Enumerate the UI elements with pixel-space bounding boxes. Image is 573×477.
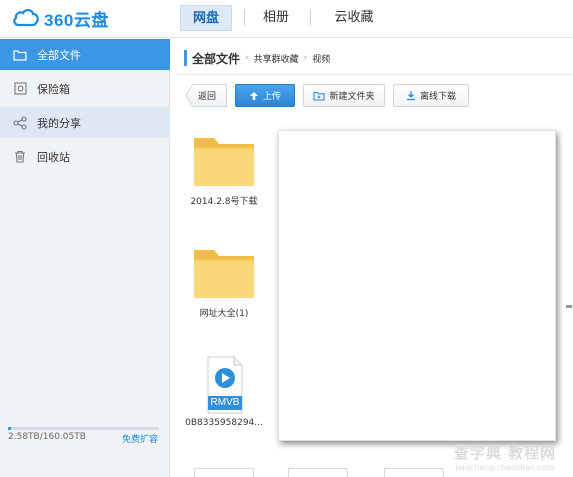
file-item-folder[interactable]: 网址大全(1) xyxy=(176,244,272,319)
watermark-main: 查字典 教程网 xyxy=(453,444,557,462)
file-item-folder[interactable]: 2014.2.8号下载 xyxy=(176,132,272,207)
quota-progress-fill xyxy=(8,427,12,430)
watermark: 查字典 教程网 jiaocheng.chazidian.com xyxy=(440,442,570,474)
sidebar-item-label: 全部文件 xyxy=(37,48,81,62)
sidebar-item-safe[interactable]: 保险箱 xyxy=(0,73,170,104)
tab-cloud-favorites[interactable]: 云收藏 xyxy=(326,5,382,31)
tab-netdisk[interactable]: 网盘 xyxy=(180,5,232,31)
back-label: 返回 xyxy=(198,92,217,102)
trash-icon xyxy=(13,150,27,164)
file-item-partial[interactable] xyxy=(288,468,348,477)
new-folder-label: 新建文件夹 xyxy=(329,92,375,102)
share-icon xyxy=(13,115,27,130)
offline-download-label: 离线下载 xyxy=(419,92,456,102)
file-item-partial[interactable] xyxy=(384,468,444,477)
breadcrumb-marker xyxy=(184,50,187,66)
watermark-sub: jiaocheng.chazidian.com xyxy=(455,463,555,472)
cloud-icon xyxy=(12,8,40,28)
divider xyxy=(176,74,573,75)
chevron-right-icon: › xyxy=(303,53,308,63)
offline-download-button[interactable]: 离线下载 xyxy=(393,84,469,107)
logo[interactable]: 360云盘 xyxy=(12,6,109,30)
tab-album[interactable]: 相册 xyxy=(256,5,296,31)
file-name: 网址大全(1) xyxy=(199,309,249,319)
file-item-partial[interactable] xyxy=(194,468,254,477)
download-icon xyxy=(406,90,416,101)
sidebar-item-all-files[interactable]: 全部文件 xyxy=(0,39,170,70)
scroll-indicator xyxy=(566,305,572,308)
sidebar: 全部文件 保险箱 我的分享 回收站 2.58TB/160.05TB 免费扩容 xyxy=(0,39,170,477)
folder-icon xyxy=(13,48,27,62)
preview-panel[interactable] xyxy=(278,130,556,441)
expand-quota-link[interactable]: 免费扩容 xyxy=(122,432,158,445)
new-folder-icon xyxy=(313,91,326,101)
sidebar-item-label: 保险箱 xyxy=(37,82,70,96)
file-name: 2014.2.8号下载 xyxy=(190,197,258,207)
logo-text: 360云盘 xyxy=(44,10,109,30)
rmvb-badge: RMVB xyxy=(208,396,242,410)
quota-text: 2.58TB/160.05TB xyxy=(8,432,86,442)
breadcrumb: 全部文件 › 共享群收藏 › 视频 xyxy=(184,48,330,68)
upload-label: 上传 xyxy=(262,92,281,102)
nav-divider xyxy=(244,10,245,26)
quota-progress-bar xyxy=(8,427,159,430)
video-file-icon: RMVB xyxy=(192,356,256,414)
folder-icon xyxy=(192,132,256,188)
chevron-right-icon: › xyxy=(245,53,249,63)
breadcrumb-root[interactable]: 全部文件 xyxy=(192,50,240,67)
nav-divider xyxy=(310,10,311,26)
top-bar: 360云盘 网盘 相册 云收藏 xyxy=(0,0,573,38)
breadcrumb-item-shared-group[interactable]: 共享群收藏 xyxy=(254,52,299,65)
sidebar-item-my-share[interactable]: 我的分享 xyxy=(0,107,170,138)
folder-icon xyxy=(192,244,256,300)
back-button[interactable]: 返回 xyxy=(185,84,227,107)
safe-icon xyxy=(13,82,27,96)
breadcrumb-item-video: 视频 xyxy=(312,54,331,65)
new-folder-button[interactable]: 新建文件夹 xyxy=(303,84,385,107)
upload-arrow-icon xyxy=(249,91,259,101)
file-item-video[interactable]: RMVB 0B8335958294... xyxy=(176,356,272,428)
sidebar-item-recycle-bin[interactable]: 回收站 xyxy=(0,141,170,172)
sidebar-item-label: 回收站 xyxy=(37,150,70,164)
file-name: 0B8335958294... xyxy=(185,418,263,428)
upload-button[interactable]: 上传 xyxy=(235,84,295,107)
sidebar-item-label: 我的分享 xyxy=(37,116,81,130)
